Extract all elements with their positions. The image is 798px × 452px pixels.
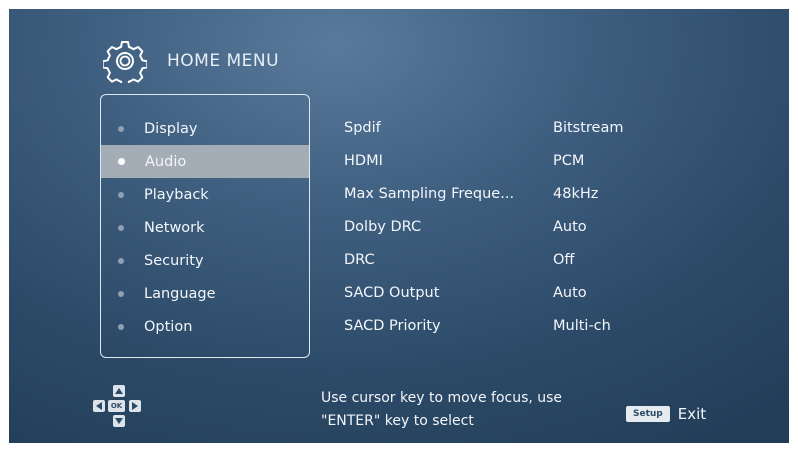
menu-item-label: Network (144, 219, 205, 236)
header: HOME MENU (103, 39, 279, 83)
menu-item-language[interactable]: Language (101, 277, 309, 310)
setting-value: Auto (553, 218, 587, 235)
setting-value: 48kHz (553, 185, 599, 202)
setting-name: Dolby DRC (344, 218, 422, 235)
page-title: HOME MENU (167, 51, 280, 71)
ok-key-icon: OK (108, 400, 125, 412)
exit-label: Exit (677, 405, 707, 423)
setting-row-sacd-output[interactable]: SACD Output Auto (344, 276, 764, 309)
setting-name: DRC (344, 251, 375, 268)
bullet-icon (118, 224, 124, 231)
menu-item-security[interactable]: Security (101, 244, 309, 277)
menu-item-label: Language (144, 285, 216, 302)
setting-name: Max Sampling Freque... (344, 185, 515, 202)
setting-value: Bitstream (553, 119, 624, 136)
setting-value: Multi-ch (553, 317, 611, 334)
menu-item-label: Security (144, 252, 204, 269)
setting-row-drc[interactable]: DRC Off (344, 243, 764, 276)
help-text: Use cursor key to move focus, use "ENTER… (321, 387, 611, 433)
bullet-icon (118, 125, 124, 132)
exit-hint[interactable]: Setup Exit (626, 405, 706, 423)
audio-settings-list: Spdif Bitstream HDMI PCM Max Sampling Fr… (344, 111, 764, 342)
setup-key-icon: Setup (626, 406, 670, 422)
setting-row-max-sampling-frequency[interactable]: Max Sampling Freque... 48kHz (344, 177, 764, 210)
home-menu-screen: HOME MENU Display Audio Playback Network… (9, 9, 789, 443)
bullet-icon (118, 290, 124, 297)
setting-row-hdmi[interactable]: HDMI PCM (344, 144, 764, 177)
arrow-up-icon (113, 385, 125, 397)
menu-item-label: Audio (145, 153, 187, 170)
menu-item-display[interactable]: Display (101, 112, 309, 145)
setting-name: SACD Output (344, 284, 440, 301)
setting-row-dolby-drc[interactable]: Dolby DRC Auto (344, 210, 764, 243)
menu-item-playback[interactable]: Playback (101, 178, 309, 211)
bullet-icon (118, 323, 124, 330)
dpad-hint: OK (93, 385, 145, 435)
menu-item-network[interactable]: Network (101, 211, 309, 244)
setting-row-spdif[interactable]: Spdif Bitstream (344, 111, 764, 144)
bullet-icon (118, 257, 124, 264)
menu-item-label: Option (144, 318, 193, 335)
gear-icon (103, 41, 147, 83)
arrow-left-icon (93, 400, 105, 412)
bullet-icon (118, 158, 125, 165)
setting-value: Off (553, 251, 575, 268)
setting-name: SACD Priority (344, 317, 441, 334)
help-line-1: Use cursor key to move focus, use (321, 390, 563, 406)
bullet-icon (118, 191, 124, 198)
setting-value: Auto (553, 284, 587, 301)
setting-value: PCM (553, 152, 585, 169)
help-line-2: "ENTER" key to select (321, 413, 474, 429)
category-menu: Display Audio Playback Network Security … (100, 94, 310, 358)
setting-name: HDMI (344, 152, 383, 169)
menu-item-option[interactable]: Option (101, 310, 309, 343)
arrow-down-icon (113, 415, 125, 427)
arrow-right-icon (129, 400, 141, 412)
setting-name: Spdif (344, 119, 381, 136)
menu-item-audio[interactable]: Audio (101, 145, 309, 178)
menu-item-label: Playback (144, 186, 209, 203)
menu-item-label: Display (144, 120, 198, 137)
setting-row-sacd-priority[interactable]: SACD Priority Multi-ch (344, 309, 764, 342)
